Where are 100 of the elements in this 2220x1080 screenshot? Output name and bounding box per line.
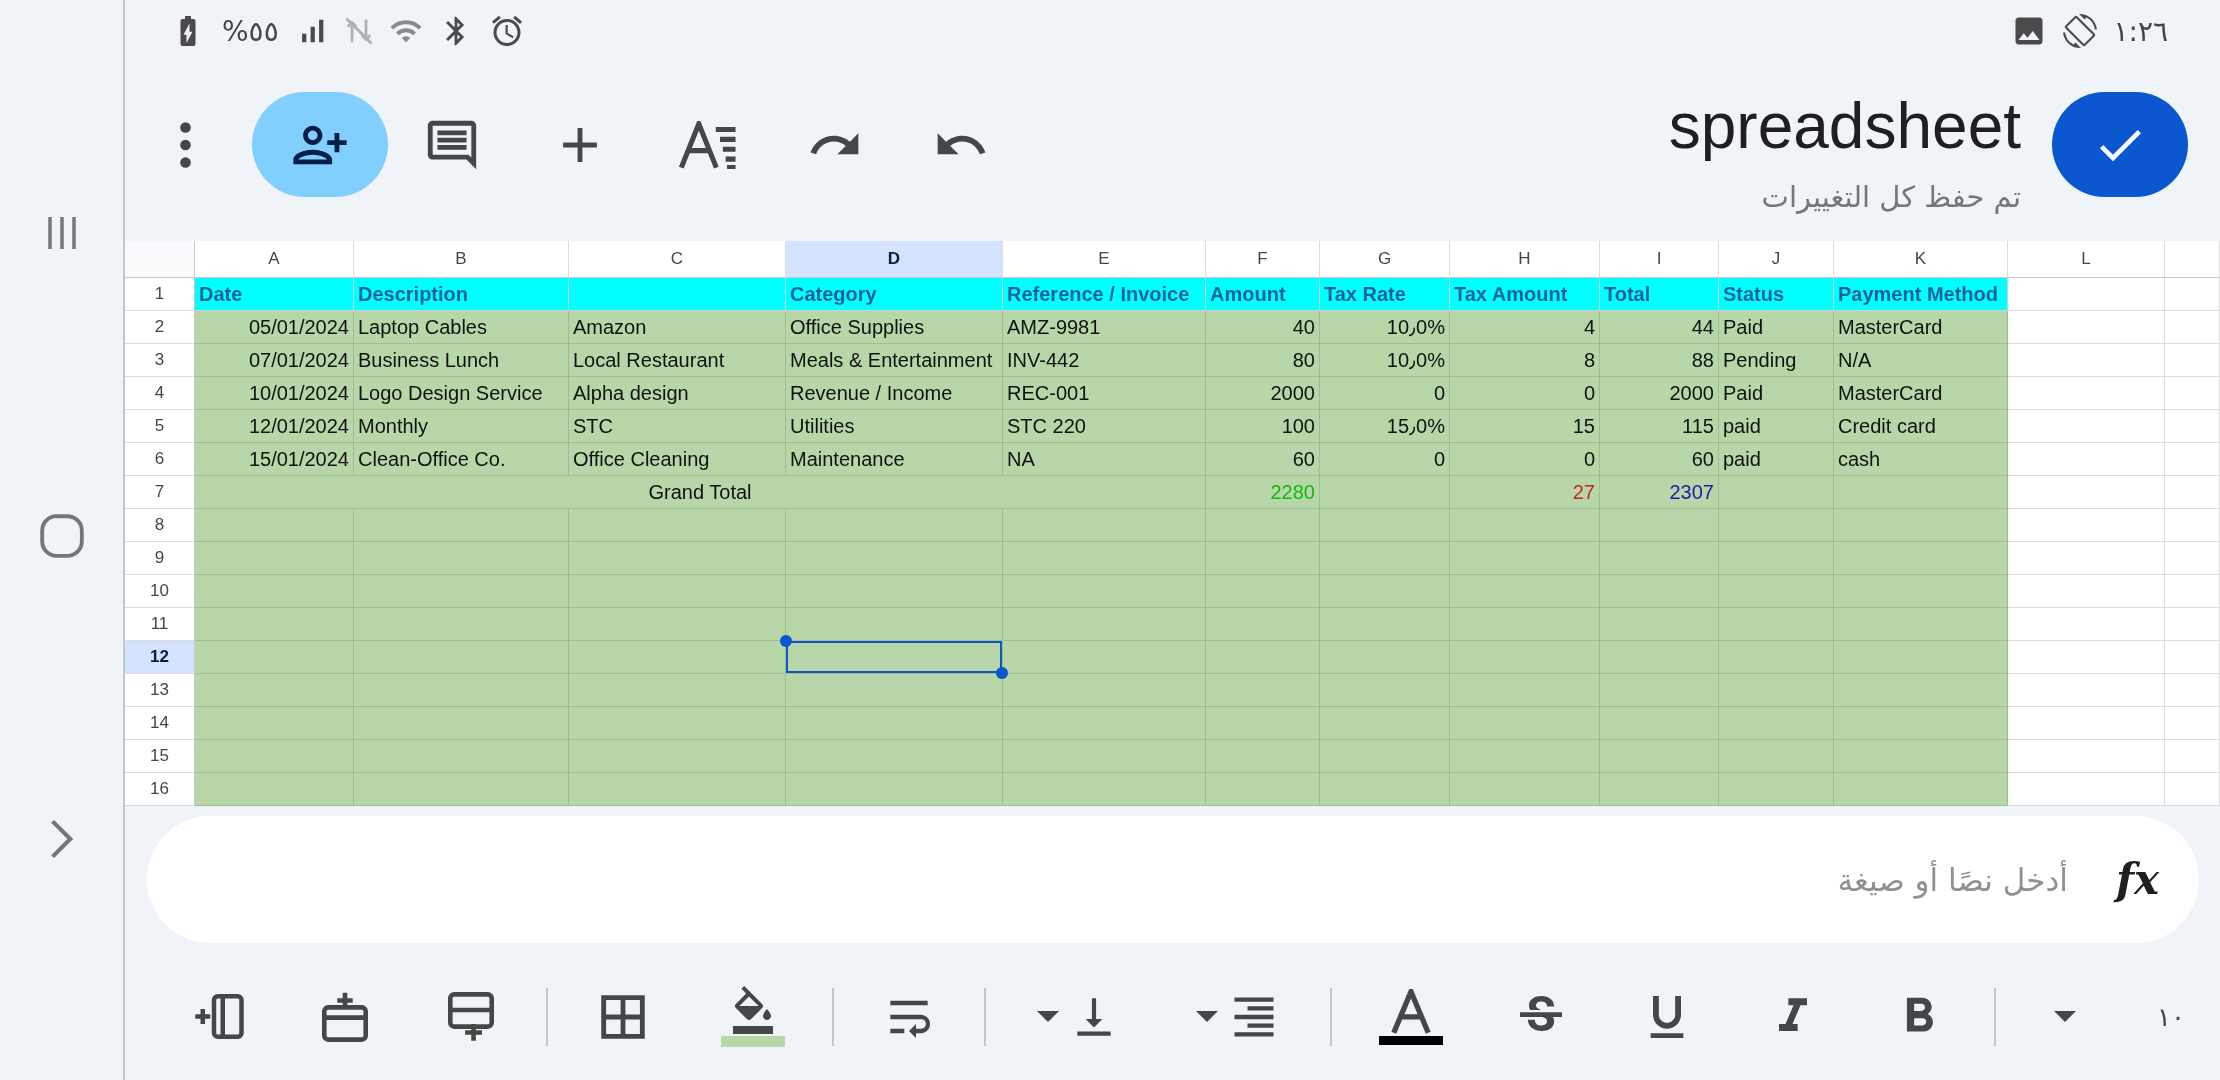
- table-cell: [2165, 740, 2220, 773]
- column-header[interactable]: F: [1206, 241, 1320, 278]
- screen-rotation-icon: [2063, 14, 2098, 48]
- table-cell: Pending: [1719, 344, 1834, 377]
- row-header[interactable]: 14: [125, 707, 195, 740]
- table-cell: [2165, 674, 2220, 707]
- table-cell: 88: [1600, 344, 1719, 377]
- table-cell: MasterCard: [1834, 311, 2008, 344]
- header-cell: Category: [786, 278, 1003, 311]
- table-cell: 60: [1600, 443, 1719, 476]
- table-cell: [2165, 377, 2220, 410]
- table-cell: Office Cleaning: [569, 443, 786, 476]
- table-cell: Revenue / Income: [786, 377, 1003, 410]
- row-header[interactable]: 4: [125, 377, 195, 410]
- table-cell: INV-442: [1003, 344, 1206, 377]
- column-header[interactable]: I: [1600, 241, 1719, 278]
- row-header[interactable]: 2: [125, 311, 195, 344]
- row-header[interactable]: 1: [125, 278, 195, 311]
- header-cell: Status: [1719, 278, 1834, 311]
- table-cell: [2165, 509, 2220, 542]
- table-cell: paid: [1719, 410, 1834, 443]
- home-icon[interactable]: [39, 514, 84, 558]
- table-cell: [2165, 344, 2220, 377]
- table-cell: 44: [1600, 311, 1719, 344]
- table-cell: 27: [1450, 476, 1600, 509]
- column-header[interactable]: L: [2008, 241, 2165, 278]
- row-header[interactable]: 7: [125, 476, 195, 509]
- color-swatch-icon: [721, 1036, 785, 1047]
- header-cell: Reference / Invoice: [1003, 278, 1206, 311]
- table-cell: 2280: [1206, 476, 1320, 509]
- more-icon: [180, 121, 191, 168]
- row-header[interactable]: 5: [125, 410, 195, 443]
- table-cell: N/A: [1834, 344, 2008, 377]
- row-header[interactable]: 15: [125, 740, 195, 773]
- more-options-button[interactable]: [180, 121, 191, 168]
- column-header[interactable]: J: [1719, 241, 1834, 278]
- column-header[interactable]: C: [569, 241, 786, 278]
- table-cell: Paid: [1719, 311, 1834, 344]
- table-cell: Office Supplies: [786, 311, 1003, 344]
- status-time: ١:٢٦: [2113, 14, 2168, 48]
- row-header[interactable]: 16: [125, 773, 195, 806]
- table-cell: [2165, 410, 2220, 443]
- table-cell: 10٫0%: [1320, 311, 1450, 344]
- row-header[interactable]: 9: [125, 542, 195, 575]
- table-cell: [2165, 707, 2220, 740]
- insert-column-icon: [194, 994, 244, 1039]
- row-header[interactable]: 13: [125, 674, 195, 707]
- table-cell: paid: [1719, 443, 1834, 476]
- table-cell: 2307: [1600, 476, 1719, 509]
- row-header[interactable]: 8: [125, 509, 195, 542]
- row-header[interactable]: 3: [125, 344, 195, 377]
- table-cell: [2165, 278, 2220, 311]
- header-cell: Description: [354, 278, 569, 311]
- font-size-value[interactable]: ١٠: [2157, 1001, 2185, 1032]
- text-color-icon: [1391, 988, 1431, 1034]
- table-cell: Maintenance: [786, 443, 1003, 476]
- table-cell: Grand Total: [195, 476, 1206, 509]
- caret-icon: [1037, 1011, 1059, 1022]
- column-header[interactable]: G: [1320, 241, 1450, 278]
- column-header[interactable]: D: [786, 241, 1003, 278]
- column-header[interactable]: K: [1834, 241, 2008, 278]
- table-cell: 80: [1206, 344, 1320, 377]
- document-title: spreadsheet: [1668, 90, 2021, 162]
- insert-row-below-icon: [448, 991, 494, 1042]
- header-cell: Total: [1600, 278, 1719, 311]
- save-status: تم حفظ كل التغييرات: [1761, 179, 2021, 215]
- row-header[interactable]: 6: [125, 443, 195, 476]
- table-cell: Amazon: [569, 311, 786, 344]
- table-cell: 2000: [1206, 377, 1320, 410]
- column-header[interactable]: H: [1450, 241, 1600, 278]
- table-cell: [2165, 311, 2220, 344]
- row-header[interactable]: 11: [125, 608, 195, 641]
- table-cell: [2165, 476, 2220, 509]
- table-cell: 0: [1320, 443, 1450, 476]
- table-cell: 8: [1450, 344, 1600, 377]
- insert-row-above-icon: [322, 991, 368, 1042]
- column-header[interactable]: A: [195, 241, 354, 278]
- table-cell: [2165, 608, 2220, 641]
- row-header[interactable]: 12: [125, 641, 195, 674]
- header-cell: Date: [195, 278, 354, 311]
- table-cell: Paid: [1719, 377, 1834, 410]
- header-cell: Payment Method: [1834, 278, 2008, 311]
- table-cell: Logo Design Service: [354, 377, 569, 410]
- table-cell: Utilities: [786, 410, 1003, 443]
- table-cell: 15: [1450, 410, 1600, 443]
- table-cell: 10/01/2024: [195, 377, 354, 410]
- table-cell: [2165, 641, 2220, 674]
- table-cell: 2000: [1600, 377, 1719, 410]
- column-header[interactable]: B: [354, 241, 569, 278]
- back-icon[interactable]: [50, 819, 73, 859]
- row-header[interactable]: 10: [125, 575, 195, 608]
- table-cell: 0: [1320, 377, 1450, 410]
- table-cell: 05/01/2024: [195, 311, 354, 344]
- text-format-button[interactable]: [679, 120, 737, 169]
- header-cell: Tax Amount: [1450, 278, 1600, 311]
- selection-handle[interactable]: [996, 667, 1008, 679]
- table-cell: Credit card: [1834, 410, 2008, 443]
- table-cell: 15٫0%: [1320, 410, 1450, 443]
- column-header[interactable]: E: [1003, 241, 1206, 278]
- table-cell: AMZ-9981: [1003, 311, 1206, 344]
